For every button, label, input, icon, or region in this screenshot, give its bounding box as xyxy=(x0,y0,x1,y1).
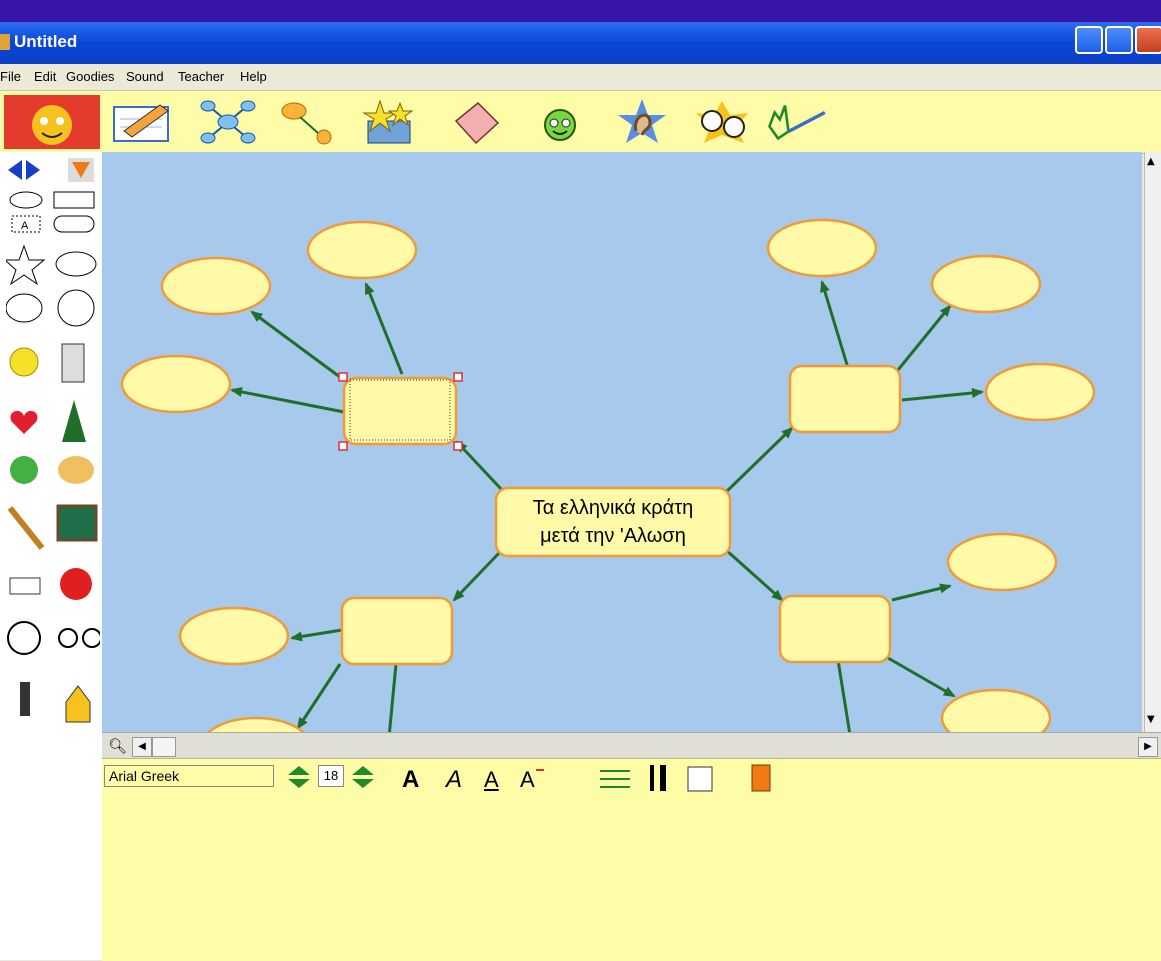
map-node[interactable] xyxy=(984,362,1096,422)
horizontal-scrollbar[interactable]: 🔍︎ ◀ ▶ xyxy=(102,732,1161,759)
font-select[interactable]: Arial Greek xyxy=(104,765,274,787)
palette-nav[interactable] xyxy=(6,158,96,182)
map-node[interactable] xyxy=(930,254,1042,314)
menu-bar: File Edit Goodies Sound Teacher Help xyxy=(0,64,1161,90)
concept-map: Τα ελληνικά κράτη μετά την 'Αλωση xyxy=(120,218,1096,818)
scroll-left-icon[interactable]: ◀ xyxy=(132,737,152,757)
menu-goodies[interactable]: Goodies xyxy=(66,69,114,84)
link-arrow-icon[interactable] xyxy=(278,97,342,147)
menu-sound[interactable]: Sound xyxy=(126,69,164,84)
text-style-icons[interactable]: A A A A xyxy=(398,763,558,791)
text-color-icon[interactable]: A xyxy=(520,767,535,791)
maximize-button[interactable] xyxy=(1105,26,1133,54)
link-style-icon[interactable] xyxy=(600,770,630,788)
bold-icon[interactable]: A xyxy=(402,766,419,791)
menu-help[interactable]: Help xyxy=(240,69,267,84)
pencil-notepad-icon[interactable] xyxy=(110,97,174,147)
paintbrush-icon[interactable] xyxy=(766,97,830,147)
map-node[interactable] xyxy=(940,688,1052,748)
map-node[interactable] xyxy=(200,716,312,776)
fill-color-icon[interactable] xyxy=(687,766,713,792)
window-title: Untitled xyxy=(14,32,78,51)
font-stepper-icon[interactable] xyxy=(284,765,314,789)
diagram-canvas[interactable]: Τα ελληνικά κράτη μετά την 'Αλωση xyxy=(102,152,1142,818)
scroll-right-icon[interactable]: ▶ xyxy=(1138,737,1158,757)
title-bar[interactable]: Untitled xyxy=(0,22,1161,64)
size-stepper-icon[interactable] xyxy=(348,765,378,789)
basic-shapes-icon[interactable]: A xyxy=(8,190,98,236)
map-node[interactable] xyxy=(788,364,902,434)
map-node[interactable] xyxy=(120,354,232,414)
clipart-palette-icon[interactable] xyxy=(6,342,100,752)
map-node[interactable] xyxy=(778,594,892,664)
faces-icon[interactable] xyxy=(690,97,754,147)
scroll-up-icon[interactable]: ▲ xyxy=(1147,156,1155,167)
star-box-icon[interactable] xyxy=(360,97,424,147)
mascot-logo-icon[interactable] xyxy=(4,95,100,149)
scroll-thumb[interactable] xyxy=(152,737,176,757)
italic-icon[interactable]: A xyxy=(444,766,462,791)
menu-edit[interactable]: Edit xyxy=(34,69,56,84)
vertical-scrollbar[interactable]: ▲ ▼ xyxy=(1144,152,1161,732)
selected-node[interactable] xyxy=(342,376,458,446)
zoom-icon[interactable]: 🔍︎ xyxy=(108,737,127,755)
underline-icon[interactable]: A xyxy=(484,767,499,791)
map-node[interactable] xyxy=(766,218,878,278)
menu-teacher[interactable]: Teacher xyxy=(178,69,224,84)
map-node[interactable] xyxy=(160,256,272,316)
svg-text:A: A xyxy=(21,220,29,232)
smiley-icon[interactable] xyxy=(528,97,592,147)
central-topic-line-1: Τα ελληνικά κράτη xyxy=(533,497,693,519)
formatting-bar: Arial Greek 18 A A A A xyxy=(102,758,1161,961)
map-node[interactable] xyxy=(306,220,418,280)
shape-palette: A xyxy=(0,152,104,960)
minimize-button[interactable] xyxy=(1075,26,1103,54)
callout-shapes-icon[interactable] xyxy=(6,244,100,332)
font-size-field[interactable]: 18 xyxy=(318,765,344,787)
map-node[interactable] xyxy=(340,596,454,666)
central-topic-line-2: μετά την 'Αλωση xyxy=(540,525,686,547)
menu-file[interactable]: File xyxy=(0,69,21,84)
app-icon xyxy=(0,34,10,50)
toolbar xyxy=(0,90,1161,154)
close-button[interactable] xyxy=(1135,26,1161,54)
map-node[interactable] xyxy=(946,532,1058,592)
eraser-icon[interactable] xyxy=(446,97,510,147)
top-strip xyxy=(0,0,1161,22)
line-tools[interactable] xyxy=(596,763,776,793)
map-link-icon[interactable] xyxy=(196,97,260,147)
border-color-icon[interactable] xyxy=(751,764,771,792)
ear-icon[interactable] xyxy=(610,97,674,147)
line-width-icon[interactable] xyxy=(650,765,666,791)
map-node[interactable] xyxy=(178,606,290,666)
scroll-down-icon[interactable]: ▼ xyxy=(1147,714,1155,725)
empty-nodes xyxy=(120,218,1096,818)
